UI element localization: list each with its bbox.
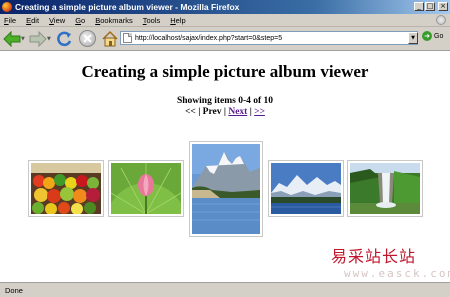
home-button[interactable] bbox=[101, 30, 119, 48]
menu-label-rest: ile bbox=[8, 15, 17, 25]
address-bar[interactable]: http://localhost/sajax/index.php?start=0… bbox=[120, 31, 418, 45]
menu-label-rest: o bbox=[81, 15, 86, 25]
thumbnail-mountain-lake[interactable] bbox=[189, 141, 263, 237]
menu-view[interactable]: View bbox=[49, 16, 65, 25]
menu-label-rest: ools bbox=[146, 15, 161, 25]
menu-edit[interactable]: Edit bbox=[26, 16, 39, 25]
thumbnail-lotus-bud[interactable] bbox=[108, 160, 184, 217]
stop-icon bbox=[79, 30, 96, 47]
page-title: Creating a simple picture album viewer bbox=[81, 62, 369, 81]
url-text[interactable]: http://localhost/sajax/index.php?start=0… bbox=[135, 35, 282, 42]
thumbnail-snowy-mountains[interactable] bbox=[268, 160, 344, 217]
menu-bookmarks[interactable]: Bookmarks bbox=[95, 16, 133, 25]
back-icon bbox=[3, 30, 21, 47]
menu-go[interactable]: Go bbox=[75, 16, 85, 25]
menu-bar: File Edit View Go Bookmarks Tools Help bbox=[0, 14, 450, 27]
maximize-button[interactable]: □ bbox=[425, 2, 435, 11]
back-button[interactable]: ▼ bbox=[3, 30, 27, 48]
close-button[interactable]: × bbox=[438, 2, 448, 11]
menu-label-rest: elp bbox=[175, 15, 186, 25]
page-icon bbox=[123, 33, 132, 43]
stop-button[interactable] bbox=[79, 30, 96, 48]
window-title: Creating a simple picture album viewer -… bbox=[15, 2, 240, 12]
url-dropdown-button[interactable]: ▼ bbox=[408, 32, 418, 44]
items-count: Showing items 0-4 of 10 bbox=[176, 96, 274, 106]
menu-tools[interactable]: Tools bbox=[143, 16, 161, 25]
market-produce-image bbox=[31, 163, 101, 214]
minimize-button[interactable]: _ bbox=[414, 2, 424, 11]
firefox-icon bbox=[2, 2, 12, 12]
go-label: Go bbox=[434, 32, 444, 40]
menu-file[interactable]: File bbox=[4, 16, 16, 25]
pager: << | Prev | Next | >> bbox=[0, 107, 450, 117]
pager-first: << bbox=[184, 107, 196, 117]
menu-help[interactable]: Help bbox=[170, 16, 185, 25]
back-dropdown-icon[interactable]: ▼ bbox=[21, 36, 27, 42]
snowy-mountains-image bbox=[271, 163, 341, 214]
menu-label-rest: iew bbox=[53, 15, 66, 25]
waterfall-image bbox=[350, 163, 420, 214]
pager-prev: Prev bbox=[202, 107, 222, 117]
forward-button[interactable]: ▼ bbox=[29, 30, 53, 48]
last-link[interactable]: >> bbox=[254, 107, 265, 117]
window-titlebar[interactable]: Creating a simple picture album viewer -… bbox=[0, 0, 450, 14]
lotus-bud-image bbox=[111, 163, 181, 214]
next-link[interactable]: Next bbox=[228, 107, 247, 117]
menu-label-rest: ookmarks bbox=[100, 15, 133, 25]
go-icon: ➜ bbox=[422, 31, 432, 41]
thumbnail-market-produce[interactable] bbox=[28, 160, 104, 217]
reload-icon bbox=[57, 31, 72, 46]
forward-icon bbox=[29, 30, 47, 47]
watermark-url: www.easck.com bbox=[344, 267, 450, 280]
menu-label-rest: dit bbox=[31, 15, 40, 25]
home-icon bbox=[102, 30, 118, 46]
mountain-lake-image bbox=[192, 144, 260, 234]
forward-dropdown-icon[interactable]: ▼ bbox=[47, 36, 53, 42]
thumbnail-waterfall[interactable] bbox=[347, 160, 423, 217]
go-button[interactable]: ➜ Go bbox=[422, 31, 443, 41]
status-bar: Done bbox=[0, 282, 450, 297]
throbber-icon bbox=[436, 15, 446, 25]
status-text: Done bbox=[5, 285, 23, 295]
watermark-text: 易采站长站 bbox=[331, 247, 417, 266]
reload-button[interactable] bbox=[55, 30, 73, 48]
window-controls: _ □ × bbox=[414, 2, 448, 11]
pager-separator: | bbox=[195, 107, 203, 117]
